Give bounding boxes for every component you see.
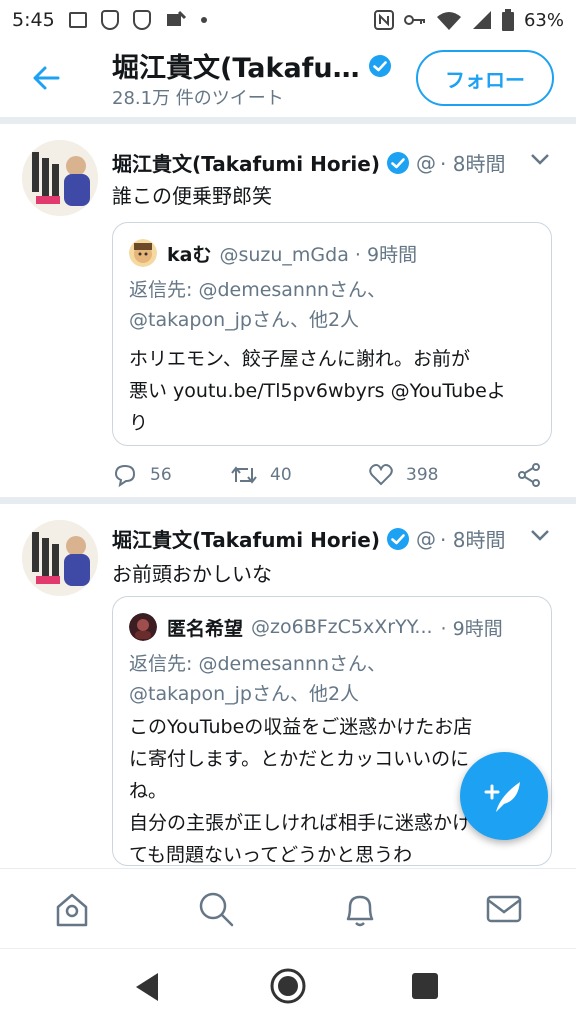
tweet-header: 堀江貴文(Takafumi Horie) @ · 8時間 <box>112 148 505 177</box>
search-icon[interactable] <box>196 889 236 929</box>
retweet-icon <box>231 466 257 484</box>
tweet-time: · 8時間 <box>440 528 506 552</box>
bell-icon[interactable] <box>340 889 380 929</box>
quote-text-line: ホリエモン、餃子屋さんに謝れ。お前が <box>129 348 471 370</box>
nav-back-icon[interactable] <box>134 971 162 1003</box>
author-name[interactable]: 堀江貴文(Takafumi Horie) <box>112 148 380 177</box>
follow-button[interactable]: フォロー <box>416 50 554 106</box>
avatar[interactable] <box>22 140 98 216</box>
chevron-down-icon[interactable] <box>530 152 550 166</box>
quote-time: · 9時間 <box>440 617 503 640</box>
chevron-down-icon[interactable] <box>530 528 550 542</box>
reply-to-line[interactable]: 返信先: @demesannnさん、 <box>129 649 386 679</box>
reply-count: 56 <box>150 465 172 485</box>
picture-notification-icon <box>166 10 186 26</box>
quote-text-line: 悪い youtu.be/Tl5pv6wbyrs @YouTubeよ <box>129 380 506 402</box>
quote-text-line: り <box>129 412 149 434</box>
tweet-actions: 56 40 398 <box>112 460 552 490</box>
tweet-count: 28.1万 件のツイート <box>112 88 284 109</box>
retweet-count: 40 <box>270 465 292 485</box>
system-navigation-bar <box>0 948 576 1024</box>
compose-tweet-icon <box>484 782 520 812</box>
quote-header: 匿名希望 @zo6BFzC5xXrYY... · 9時間 <box>129 613 503 641</box>
arrow-left-icon[interactable] <box>30 62 62 94</box>
like-button[interactable]: 398 <box>368 463 516 487</box>
reply-icon <box>114 464 136 487</box>
book-cover-image <box>22 520 98 596</box>
author-name[interactable]: 堀江貴文(Takafumi Horie) <box>112 524 380 553</box>
status-bar: 5:45 63% <box>0 0 576 40</box>
tweet-text: 誰この便乗野郎笑 <box>112 184 272 208</box>
shield-notification-icon <box>100 10 119 30</box>
tweet-header: 堀江貴文(Takafumi Horie) @ · 8時間 <box>112 524 505 553</box>
shield-notification-icon-2 <box>132 10 151 30</box>
nav-home-icon[interactable] <box>269 967 307 1005</box>
quote-text-line: このYouTubeの収益をご迷惑かけたお店 <box>129 716 473 738</box>
quote-avatar <box>129 239 157 267</box>
profile-header: 堀江貴文(Takafu… 28.1万 件のツイート フォロー <box>0 40 576 118</box>
quote-author-handle: @suzu_mGda · 9時間 <box>219 243 418 266</box>
status-time: 5:45 <box>12 9 55 31</box>
wifi-icon <box>436 12 461 30</box>
quoted-tweet[interactable]: kaむ @suzu_mGda · 9時間 返信先: @demesannnさん、 … <box>112 222 552 446</box>
verified-badge-icon <box>368 54 391 77</box>
reply-to-line[interactable]: @takapon_jpさん、他2人 <box>129 679 359 709</box>
signal-icon <box>472 11 491 29</box>
nav-recents-icon[interactable] <box>412 973 438 999</box>
quote-author-handle: @zo6BFzC5xXrYY... <box>251 616 433 638</box>
reply-to-line[interactable]: 返信先: @demesannnさん、 <box>129 275 386 305</box>
share-icon[interactable] <box>516 462 542 488</box>
author-handle[interactable]: @ <box>416 527 436 551</box>
quote-text-line: ても問題ないってどうかと思うわ <box>129 844 413 866</box>
reply-to-line[interactable]: @takapon_jpさん、他2人 <box>129 305 359 335</box>
quote-avatar <box>129 613 157 641</box>
quote-author-name: kaむ <box>167 243 212 266</box>
battery-percent: 63% <box>523 9 564 31</box>
tweet[interactable]: 堀江貴文(Takafumi Horie) @ · 8時間 誰この便乗野郎笑 ka… <box>0 124 576 498</box>
quote-header: kaむ @suzu_mGda · 9時間 <box>129 239 417 267</box>
page-title-text: 堀江貴文(Takafu… <box>112 53 360 84</box>
reply-button[interactable]: 56 <box>112 463 230 487</box>
bottom-tab-bar <box>0 868 576 948</box>
gallery-notification-icon <box>68 12 87 28</box>
battery-icon <box>501 9 514 31</box>
retweet-button[interactable]: 40 <box>230 464 368 486</box>
book-cover-image <box>22 140 98 216</box>
verified-badge-icon <box>387 527 409 550</box>
like-count: 398 <box>406 465 439 485</box>
key-icon <box>403 15 425 25</box>
avatar[interactable] <box>22 520 98 596</box>
more-notifications-icon <box>200 17 207 23</box>
heart-icon <box>369 464 393 486</box>
page-title: 堀江貴文(Takafu… <box>112 46 392 85</box>
quote-author-name: 匿名希望 <box>167 617 244 640</box>
verified-badge-icon <box>387 151 409 174</box>
nfc-icon <box>373 10 394 30</box>
compose-tweet-button[interactable] <box>460 752 548 840</box>
quote-text: ホリエモン、餃子屋さんに謝れ。お前が 悪い youtu.be/Tl5pv6wby… <box>129 343 541 439</box>
tweet-time: · 8時間 <box>440 152 506 176</box>
mail-icon[interactable] <box>484 889 524 929</box>
home-icon[interactable] <box>52 889 92 929</box>
author-handle[interactable]: @ <box>416 151 436 175</box>
tweet-text: お前頭おかしいな <box>112 562 272 586</box>
